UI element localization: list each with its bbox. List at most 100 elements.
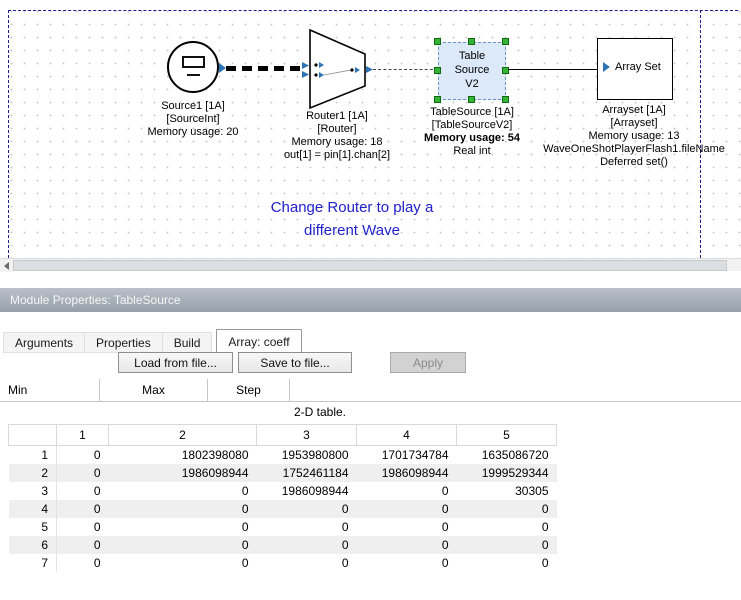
grid-cell[interactable]: 1701734784 [357, 446, 457, 464]
wire-router-to-tablesource[interactable] [373, 69, 438, 70]
grid-cell[interactable]: 0 [57, 518, 109, 536]
block-source1[interactable] [167, 41, 219, 93]
grid-cell[interactable]: 1986098944 [257, 482, 357, 500]
grid-cell[interactable]: 0 [109, 518, 257, 536]
grid-cell[interactable]: 0 [57, 536, 109, 554]
grid-cell[interactable]: 1999529344 [457, 464, 557, 482]
grid-cell[interactable]: 1986098944 [357, 464, 457, 482]
grid-cell[interactable]: 0 [357, 518, 457, 536]
grid-cell[interactable]: 1752461184 [257, 464, 357, 482]
grid-col-header[interactable]: 4 [357, 425, 457, 446]
grid-cell[interactable]: 0 [357, 482, 457, 500]
grid-row-header[interactable]: 6 [9, 536, 57, 554]
block-router1[interactable] [300, 26, 376, 114]
load-from-file-button[interactable]: Load from file... [118, 352, 233, 373]
grid-cell[interactable]: 0 [257, 500, 357, 518]
arrayset-input-pin[interactable] [603, 62, 610, 72]
scroll-left-icon [4, 262, 9, 270]
selection-handle-ne[interactable] [502, 38, 509, 45]
grid-body: 1018023980801953980800170173478416350867… [9, 446, 557, 572]
router-output-pin[interactable] [366, 66, 373, 73]
coefficient-table: 12345 1018023980801953980800170173478416… [8, 424, 557, 572]
grid-cell[interactable]: 0 [109, 554, 257, 572]
grid-cell[interactable]: 1986098944 [109, 464, 257, 482]
grid-cell[interactable]: 0 [357, 554, 457, 572]
tablesource-body-line: V2 [439, 77, 505, 91]
grid-col-header[interactable]: 5 [457, 425, 557, 446]
tab-properties[interactable]: Properties [85, 332, 163, 353]
step-header: Step [208, 379, 290, 401]
grid-cell[interactable]: 0 [57, 500, 109, 518]
canvas-annotation: Change Router to play a different Wave [200, 196, 504, 242]
source-glyph-icon [182, 56, 205, 68]
grid-cell[interactable]: 0 [357, 536, 457, 554]
annotation-line: Change Router to play a [200, 196, 504, 219]
apply-button[interactable]: Apply [390, 352, 466, 373]
min-header: Min [0, 379, 100, 401]
selection-handle-w[interactable] [434, 67, 441, 74]
selection-handle-s[interactable] [468, 96, 475, 103]
scrollbar-thumb[interactable] [13, 260, 727, 271]
canvas-horizontal-scrollbar[interactable] [0, 258, 741, 271]
tab-build[interactable]: Build [163, 332, 213, 353]
page-boundary-left [8, 10, 9, 258]
selection-handle-n[interactable] [468, 38, 475, 45]
grid-cell[interactable]: 0 [357, 500, 457, 518]
grid-cell[interactable]: 0 [109, 536, 257, 554]
grid-row-header[interactable]: 3 [9, 482, 57, 500]
arrayset-body-label: Array Set [615, 61, 661, 73]
grid-cell[interactable]: 30305 [457, 482, 557, 500]
selection-handle-nw[interactable] [434, 38, 441, 45]
router-input-pin-1[interactable] [302, 62, 309, 69]
grid-col-header[interactable]: 2 [109, 425, 257, 446]
grid-row: 400000 [9, 500, 557, 518]
save-to-file-button[interactable]: Save to file... [238, 352, 352, 373]
grid-cell[interactable]: 0 [57, 464, 109, 482]
grid-cell[interactable]: 1953980800 [257, 446, 357, 464]
grid-row-header[interactable]: 4 [9, 500, 57, 518]
grid-cell[interactable]: 0 [457, 536, 557, 554]
schematic-canvas[interactable]: Table Source V2 Array Set Source1 [1A] [… [0, 0, 741, 258]
grid-corner-cell [9, 425, 57, 446]
label-line: [Arrayset] [519, 117, 741, 130]
grid-cell[interactable]: 0 [257, 536, 357, 554]
grid-cell[interactable]: 0 [109, 500, 257, 518]
grid-cell[interactable]: 0 [457, 500, 557, 518]
grid-cell[interactable]: 0 [257, 554, 357, 572]
grid-cell[interactable]: 0 [57, 554, 109, 572]
grid-cell[interactable]: 0 [57, 446, 109, 464]
grid-cell[interactable]: 1802398080 [109, 446, 257, 464]
arrayset-caption: Arrayset [1A] [Arrayset] Memory usage: 1… [519, 104, 741, 169]
grid-cell[interactable]: 0 [257, 518, 357, 536]
grid-cell[interactable]: 0 [57, 482, 109, 500]
selection-handle-sw[interactable] [434, 96, 441, 103]
block-arrayset[interactable]: Array Set [597, 38, 673, 100]
grid-header-row: 12345 [9, 425, 557, 446]
grid-row-header[interactable]: 5 [9, 518, 57, 536]
table-caption: 2-D table. [0, 405, 640, 419]
grid-cell[interactable]: 1635086720 [457, 446, 557, 464]
tablesource-body-line: Source [439, 63, 505, 77]
router-input-pin-2[interactable] [302, 71, 309, 78]
grid-row-header[interactable]: 7 [9, 554, 57, 572]
scroll-left-button[interactable] [0, 259, 13, 272]
block-tablesource[interactable]: Table Source V2 [438, 42, 506, 100]
tablesource-body-line: Table [439, 49, 505, 63]
label-line: Deferred set() [519, 156, 741, 169]
grid-cell[interactable]: 0 [109, 482, 257, 500]
tab-arguments[interactable]: Arguments [3, 332, 85, 353]
wire-source-to-router[interactable] [226, 66, 302, 71]
selection-handle-se[interactable] [502, 96, 509, 103]
wire-tablesource-to-arrayset[interactable] [508, 69, 597, 70]
grid-col-header[interactable]: 1 [57, 425, 109, 446]
grid-row-header[interactable]: 1 [9, 446, 57, 464]
grid-row: 500000 [9, 518, 557, 536]
properties-tab-strip: Arguments Properties Build Array: coeff [3, 329, 302, 353]
grid-col-header[interactable]: 3 [257, 425, 357, 446]
grid-row-header[interactable]: 2 [9, 464, 57, 482]
panel-title-bar: Module Properties: TableSource [0, 288, 741, 312]
grid-cell[interactable]: 0 [457, 518, 557, 536]
tab-array-coeff[interactable]: Array: coeff [216, 329, 301, 353]
source1-output-pin[interactable] [219, 63, 226, 73]
grid-cell[interactable]: 0 [457, 554, 557, 572]
